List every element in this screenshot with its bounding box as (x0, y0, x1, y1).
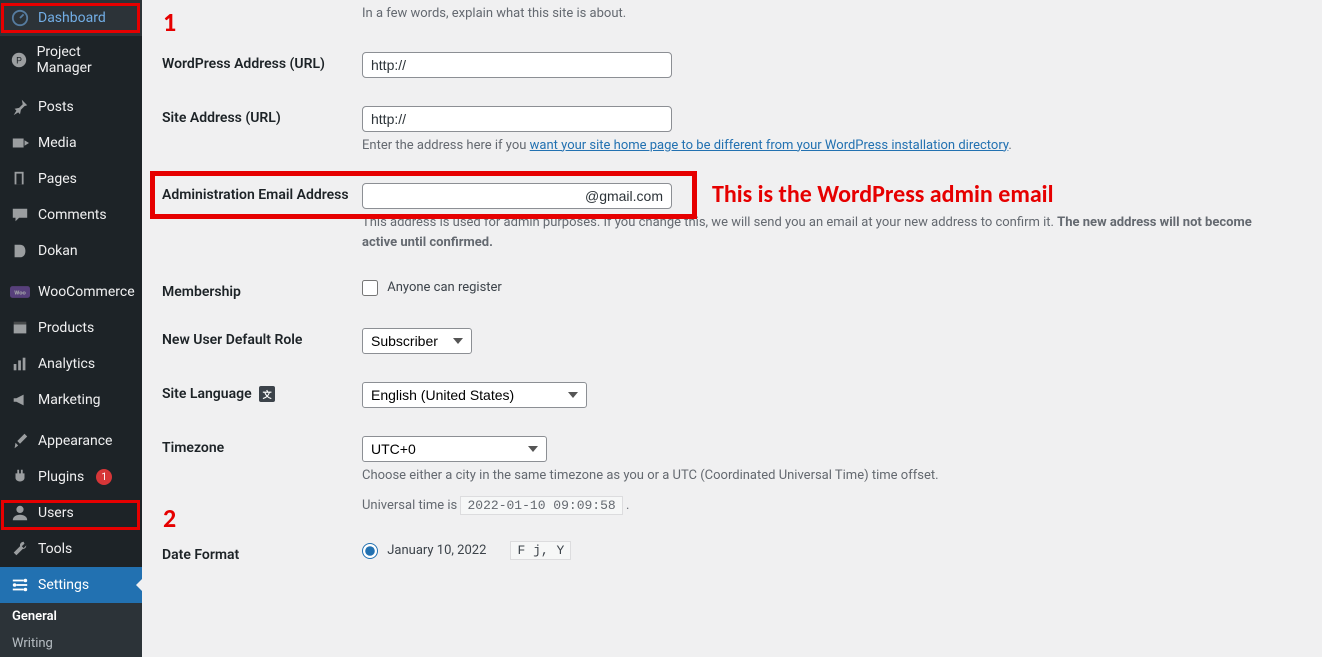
admin-sidebar: Dashboard P Project Manager Posts Media … (0, 0, 142, 592)
megaphone-icon (10, 390, 30, 410)
membership-label: Membership (162, 280, 362, 300)
sidebar-item-project-manager[interactable]: P Project Manager (0, 36, 142, 84)
pin-icon (10, 97, 30, 117)
site-url-help-link[interactable]: want your site home page to be different… (530, 138, 1009, 153)
media-icon (10, 133, 30, 153)
timezone-description: Choose either a city in the same timezon… (362, 466, 1282, 486)
sidebar-item-plugins[interactable]: Plugins 1 (0, 459, 142, 495)
wp-url-label: WordPress Address (URL) (162, 52, 362, 72)
default-role-label: New User Default Role (162, 328, 362, 348)
date-format-radio[interactable] (362, 543, 378, 559)
site-language-label: Site Language 文 (162, 382, 362, 402)
sidebar-item-label: Pages (38, 171, 77, 187)
sidebar-item-label: Plugins (38, 469, 84, 485)
sidebar-item-analytics[interactable]: Analytics (0, 346, 142, 382)
dokan-icon (10, 241, 30, 261)
sidebar-item-label: WooCommerce (38, 284, 135, 300)
site-url-input[interactable] (362, 106, 672, 132)
settings-submenu: General Writing (0, 603, 142, 657)
settings-general-content: In a few words, explain what this site i… (142, 0, 1322, 592)
sidebar-item-label: Products (38, 320, 94, 336)
default-role-select[interactable]: Subscriber (362, 328, 472, 354)
sidebar-item-posts[interactable]: Posts (0, 89, 142, 125)
date-format-option[interactable]: January 10, 2022 F j, Y (362, 543, 571, 558)
sidebar-item-dashboard[interactable]: Dashboard (0, 0, 142, 36)
comment-icon (10, 205, 30, 225)
sidebar-item-label: Settings (38, 577, 89, 593)
sidebar-item-dokan[interactable]: Dokan (0, 233, 142, 269)
svg-text:P: P (16, 57, 22, 67)
universal-time-text: Universal time is 2022-01-10 09:09:58 . (362, 496, 1282, 516)
sidebar-item-label: Analytics (38, 356, 95, 372)
site-url-label: Site Address (URL) (162, 106, 362, 126)
user-icon (10, 503, 30, 523)
annotation-number-1: 1 (163, 6, 176, 38)
sidebar-item-label: Appearance (38, 433, 112, 449)
membership-checkbox[interactable] (362, 280, 378, 296)
analytics-icon (10, 354, 30, 374)
wrench-icon (10, 539, 30, 559)
dashboard-icon (10, 8, 30, 28)
products-icon (10, 318, 30, 338)
submenu-writing[interactable]: Writing (0, 630, 142, 657)
timezone-label: Timezone (162, 436, 362, 456)
site-url-description: Enter the address here if you want your … (362, 136, 1282, 156)
date-format-label: Date Format (162, 543, 362, 563)
admin-email-label: Administration Email Address (162, 183, 362, 203)
sidebar-item-comments[interactable]: Comments (0, 197, 142, 233)
annotation-number-2: 2 (163, 502, 176, 534)
sidebar-item-marketing[interactable]: Marketing (0, 382, 142, 418)
universal-time-code: 2022-01-10 09:09:58 (460, 496, 622, 515)
sidebar-item-label: Project Manager (37, 44, 132, 76)
sidebar-item-label: Media (38, 135, 77, 151)
brush-icon (10, 431, 30, 451)
sidebar-item-label: Dashboard (38, 10, 106, 26)
timezone-select[interactable]: UTC+0 (362, 436, 547, 462)
sidebar-item-appearance[interactable]: Appearance (0, 423, 142, 459)
tagline-description: In a few words, explain what this site i… (362, 4, 1282, 24)
sidebar-item-media[interactable]: Media (0, 125, 142, 161)
plug-icon (10, 467, 30, 487)
sidebar-item-users[interactable]: Users (0, 495, 142, 531)
update-badge: 1 (96, 469, 112, 485)
svg-text:Woo: Woo (14, 291, 26, 297)
settings-icon (10, 575, 30, 595)
translate-icon: 文 (259, 386, 275, 402)
sidebar-item-tools[interactable]: Tools (0, 531, 142, 567)
submenu-general[interactable]: General (0, 603, 142, 630)
sidebar-item-label: Tools (38, 541, 72, 557)
sidebar-item-products[interactable]: Products (0, 310, 142, 346)
sidebar-item-pages[interactable]: Pages (0, 161, 142, 197)
sidebar-item-settings[interactable]: Settings (0, 567, 142, 603)
woo-icon: Woo (10, 282, 30, 302)
sidebar-item-label: Users (38, 505, 74, 521)
date-format-code: F j, Y (510, 541, 571, 560)
page-icon (10, 169, 30, 189)
sidebar-item-label: Comments (38, 207, 107, 223)
membership-checkbox-label[interactable]: Anyone can register (362, 280, 502, 295)
wp-url-input[interactable] (362, 52, 672, 78)
admin-email-input[interactable] (362, 183, 672, 209)
project-icon: P (10, 50, 29, 70)
sidebar-item-label: Marketing (38, 392, 101, 408)
site-language-select[interactable]: English (United States) (362, 382, 587, 408)
sidebar-item-woocommerce[interactable]: Woo WooCommerce (0, 274, 142, 310)
admin-email-description: This address is used for admin purposes.… (362, 213, 1282, 252)
sidebar-item-label: Posts (38, 99, 74, 115)
sidebar-item-label: Dokan (38, 243, 78, 259)
annotation-admin-email-note: This is the WordPress admin email (712, 180, 1053, 209)
